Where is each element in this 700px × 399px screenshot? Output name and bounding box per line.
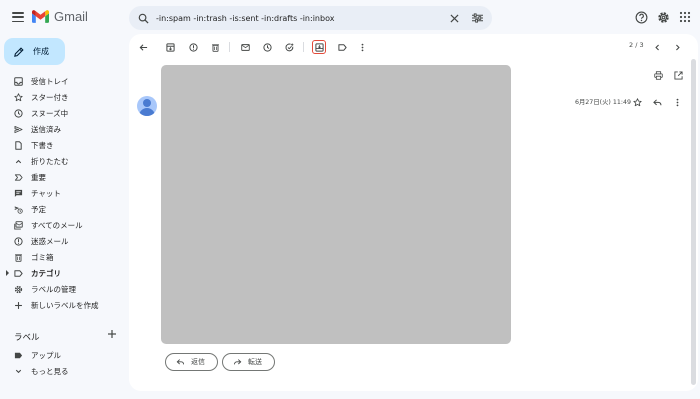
app-name: Gmail — [54, 9, 88, 24]
main-menu-button[interactable] — [12, 12, 24, 22]
chevron-left-icon — [654, 44, 659, 50]
sidebar-label-apple[interactable]: アップル — [0, 348, 126, 362]
message-more-button[interactable] — [671, 96, 683, 108]
arrow-left-icon — [139, 43, 147, 51]
reply-button[interactable] — [651, 96, 663, 108]
sidebar-item-all-mail[interactable]: すべてのメール — [0, 218, 126, 232]
sidebar-item-sent[interactable]: 送信済み — [0, 122, 126, 136]
inbox-icon — [13, 76, 23, 86]
gear-icon — [657, 11, 669, 23]
star-icon — [13, 92, 23, 101]
more-vert-icon — [361, 43, 363, 51]
label-filled-icon — [14, 352, 22, 358]
gear-icon — [14, 285, 22, 293]
star-icon — [632, 97, 642, 106]
google-apps-button[interactable] — [678, 10, 692, 24]
newer-button[interactable] — [650, 40, 664, 54]
print-all-button[interactable] — [652, 69, 664, 81]
sidebar-item-chat[interactable]: チャット — [0, 186, 126, 200]
sidebar-item-starred[interactable]: スター付き — [0, 90, 126, 104]
send-icon — [13, 125, 23, 133]
more-vert-icon — [676, 98, 678, 106]
mark-unread-button[interactable] — [238, 40, 252, 54]
labels-button[interactable] — [335, 40, 349, 54]
reply-icon — [176, 359, 184, 365]
message-date: 6月27日(火) 11:49 — [575, 99, 631, 106]
delete-button[interactable] — [208, 40, 222, 54]
gmail-logo[interactable]: Gmail — [32, 9, 88, 24]
chat-icon — [14, 189, 22, 197]
gmail-m-icon — [32, 10, 49, 23]
sidebar-item-scheduled[interactable]: 予定 — [0, 202, 126, 216]
more-actions-button[interactable] — [355, 40, 369, 54]
label-icon — [337, 43, 347, 51]
sidebar-item-trash[interactable]: ゴミ箱 — [0, 250, 126, 264]
settings-button[interactable] — [656, 10, 670, 24]
sidebar-item-categories[interactable]: カテゴリ — [0, 266, 126, 280]
sidebar-item-inbox[interactable]: 受信トレイ — [0, 74, 126, 88]
draft-icon — [14, 140, 22, 150]
scheduled-icon — [14, 205, 23, 214]
labels-section-header: ラベル — [14, 333, 40, 343]
sidebar-item-drafts[interactable]: 下書き — [0, 138, 126, 152]
plus-icon — [14, 301, 22, 309]
move-to-icon — [314, 42, 324, 52]
message-body-image-placeholder — [161, 65, 511, 344]
sidebar-item-snoozed[interactable]: スヌーズ中 — [0, 106, 126, 120]
search-options-icon[interactable] — [472, 13, 483, 23]
support-button[interactable] — [634, 10, 648, 24]
apps-grid-icon — [679, 11, 691, 23]
sidebar-item-more[interactable]: もっと見る — [0, 364, 126, 378]
back-button[interactable] — [136, 40, 150, 54]
report-spam-icon — [188, 42, 198, 52]
chevron-up-icon — [15, 159, 21, 163]
add-task-icon — [285, 43, 293, 51]
print-icon — [653, 70, 663, 80]
add-label-icon[interactable] — [107, 329, 117, 339]
report-spam-button[interactable] — [186, 40, 200, 54]
archive-icon — [165, 42, 175, 52]
sender-avatar[interactable] — [137, 96, 157, 116]
open-new-window-button[interactable] — [672, 69, 684, 81]
sidebar-item-create-label[interactable]: 新しいラベルを作成 — [0, 298, 126, 312]
archive-button[interactable] — [163, 40, 177, 54]
chevron-down-icon — [15, 369, 21, 373]
forward-pill-button[interactable]: 転送 — [222, 353, 275, 371]
clock-icon — [262, 42, 272, 52]
older-button[interactable] — [670, 40, 684, 54]
expand-caret-icon[interactable] — [6, 270, 9, 276]
chevron-right-icon — [675, 44, 680, 50]
message-pane: 2 / 3 6月27日(火) 11:49 返信 転送 — [129, 34, 698, 391]
search-input[interactable]: -in:spam -in:trash -is:sent -in:drafts -… — [156, 14, 450, 23]
pagination-count: 2 / 3 — [629, 41, 644, 49]
help-icon — [635, 11, 647, 23]
clear-search-icon[interactable] — [450, 13, 459, 23]
open-in-new-icon — [673, 70, 683, 80]
sidebar-item-manage-labels[interactable]: ラベルの管理 — [0, 282, 126, 296]
snooze-button[interactable] — [260, 40, 274, 54]
add-to-tasks-button[interactable] — [282, 40, 296, 54]
compose-label: 作成 — [33, 47, 49, 56]
trash-icon — [14, 253, 22, 262]
mail-icon — [240, 43, 250, 51]
sidebar-item-spam[interactable]: 迷惑メール — [0, 234, 126, 248]
star-button[interactable] — [631, 96, 643, 108]
search-icon[interactable] — [138, 13, 149, 24]
scrollbar-thumb[interactable] — [691, 59, 696, 385]
search-bar[interactable]: -in:spam -in:trash -is:sent -in:drafts -… — [129, 6, 492, 30]
clock-icon — [13, 108, 23, 118]
all-mail-icon — [13, 220, 23, 230]
compose-button[interactable]: 作成 — [4, 38, 65, 65]
label-icon — [13, 269, 23, 277]
trash-icon — [211, 43, 219, 52]
reply-icon — [652, 98, 661, 105]
sidebar-item-collapse[interactable]: 折りたたむ — [0, 154, 126, 168]
spam-icon — [13, 236, 23, 246]
sidebar-item-important[interactable]: 重要 — [0, 170, 126, 184]
reply-pill-button[interactable]: 返信 — [165, 353, 218, 371]
move-to-button[interactable] — [312, 40, 326, 54]
forward-icon — [234, 359, 242, 365]
important-icon — [14, 173, 23, 181]
pencil-icon — [14, 46, 24, 57]
